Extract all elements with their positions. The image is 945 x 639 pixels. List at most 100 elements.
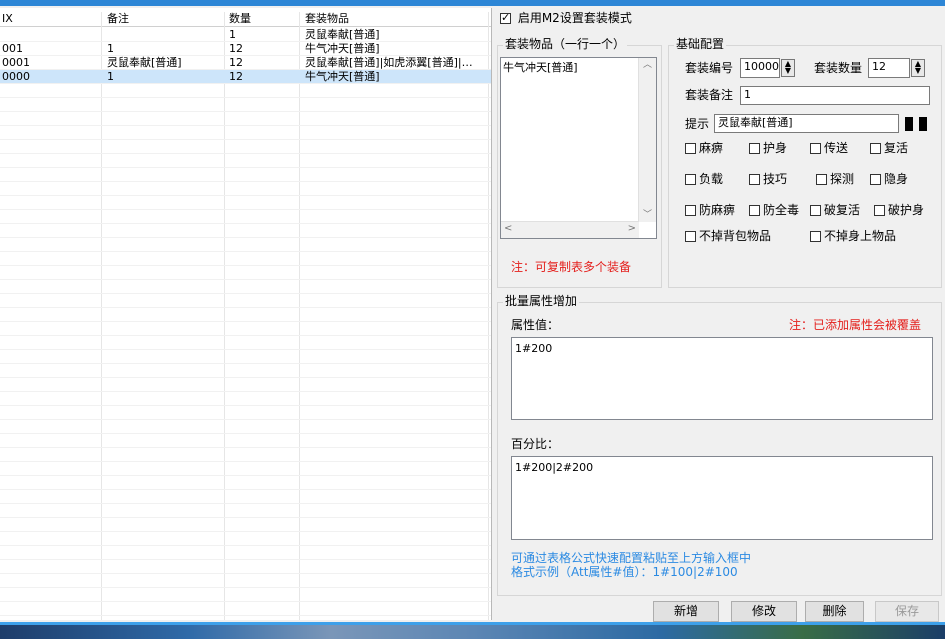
- grid-line: [0, 447, 491, 448]
- vertical-scrollbar[interactable]: ︿ ﹀: [638, 58, 656, 222]
- grid-line: [0, 377, 491, 378]
- modify-button[interactable]: 修改: [731, 601, 797, 622]
- grid-line: [0, 293, 491, 294]
- grid-line: [0, 517, 491, 518]
- suit-count-input[interactable]: 12: [868, 58, 910, 78]
- option-detect[interactable]: 探测: [816, 172, 854, 186]
- col-header-note[interactable]: 备注: [107, 12, 129, 26]
- cell-note: 1: [107, 70, 114, 83]
- grid-line: [0, 615, 491, 616]
- attr-value-textarea[interactable]: 1#200: [511, 337, 933, 420]
- scroll-up-icon[interactable]: ︿: [639, 58, 656, 72]
- checkbox-box[interactable]: [749, 174, 760, 185]
- option-break-shield[interactable]: 破护身: [874, 203, 924, 217]
- option-label: 负载: [699, 172, 724, 186]
- cell-items: 灵鼠奉献[普通]|如虎添翼[普通]|…: [305, 56, 473, 69]
- option-keep-body-items[interactable]: 不掉身上物品: [810, 229, 896, 243]
- scroll-right-icon[interactable]: >: [628, 223, 636, 234]
- option-label: 不掉背包物品: [699, 229, 772, 243]
- grid-line: [0, 307, 491, 308]
- hint-input[interactable]: 灵鼠奉献[普通]: [714, 114, 899, 133]
- save-button[interactable]: 保存: [875, 601, 939, 622]
- cell-ix: 0001: [2, 56, 30, 69]
- checkbox-box[interactable]: [870, 174, 881, 185]
- attr-value-label: 属性值：: [511, 318, 560, 332]
- percent-content: 1#200|2#200: [515, 461, 594, 474]
- add-button[interactable]: 新增: [653, 601, 719, 622]
- option-stealth[interactable]: 隐身: [870, 172, 908, 186]
- option-label: 破复活: [824, 203, 861, 217]
- table-row[interactable]: 1 灵鼠奉献[普通]: [0, 28, 491, 41]
- option-load[interactable]: 负载: [685, 172, 723, 186]
- cell-ix: 0000: [2, 70, 30, 83]
- color-swatch[interactable]: [919, 117, 927, 131]
- option-shield[interactable]: 护身: [749, 141, 787, 155]
- option-revive[interactable]: 复活: [870, 141, 908, 155]
- checkbox-box[interactable]: [810, 205, 821, 216]
- grid-line: [0, 573, 491, 574]
- col-header-ix[interactable]: IX: [2, 12, 13, 26]
- suit-count-label: 套装数量: [814, 61, 863, 75]
- suit-id-spinner[interactable]: ▲ ▼: [781, 59, 795, 77]
- option-label: 隐身: [884, 172, 909, 186]
- suit-remark-input[interactable]: 1: [740, 86, 930, 105]
- checkbox-box[interactable]: [870, 143, 881, 154]
- checkbox-box[interactable]: [685, 231, 696, 242]
- grid-line: [0, 153, 491, 154]
- delete-button[interactable]: 删除: [805, 601, 864, 622]
- suit-items-textarea[interactable]: 牛气冲天[普通] ︿ ﹀ < >: [500, 57, 657, 239]
- scroll-down-icon[interactable]: ﹀: [639, 208, 656, 222]
- grid-line: [0, 111, 491, 112]
- option-paralysis[interactable]: 麻痹: [685, 141, 723, 155]
- option-skill[interactable]: 技巧: [749, 172, 787, 186]
- help-text-line2: 格式示例（Att属性#值）：1#100|2#100: [511, 565, 738, 579]
- grid-line: [0, 559, 491, 560]
- suit-table[interactable]: IX 备注 数量 套装物品 1 灵鼠奉献[普通] 001 1 12 牛气冲天[普…: [0, 8, 492, 620]
- grid-line: [0, 125, 491, 126]
- cell-qty: 12: [229, 42, 243, 55]
- table-row[interactable]: 001 1 12 牛气冲天[普通]: [0, 42, 491, 55]
- percent-label: 百分比：: [511, 437, 560, 451]
- enable-m2-mode-label: 启用M2设置套装模式: [517, 11, 632, 25]
- enable-m2-mode-checkbox[interactable]: 启用M2设置套装模式: [500, 11, 632, 25]
- checkbox-box[interactable]: [810, 143, 821, 154]
- grid-line: [0, 321, 491, 322]
- percent-textarea[interactable]: 1#200|2#200: [511, 456, 933, 540]
- scroll-left-icon[interactable]: <: [504, 223, 512, 234]
- table-row-selected[interactable]: 0000 1 12 牛气冲天[普通]: [0, 69, 491, 84]
- suit-id-input[interactable]: 10000: [740, 58, 780, 78]
- color-swatch[interactable]: [905, 117, 913, 131]
- grid-line: [0, 83, 491, 84]
- checkbox-box[interactable]: [500, 11, 511, 25]
- checkbox-box[interactable]: [685, 174, 696, 185]
- checkbox-box[interactable]: [685, 143, 696, 154]
- grid-line: [0, 251, 491, 252]
- grid-line: [0, 209, 491, 210]
- option-anti-poison[interactable]: 防全毒: [749, 203, 799, 217]
- grid-line: [0, 601, 491, 602]
- option-teleport[interactable]: 传送: [810, 141, 848, 155]
- checkbox-box[interactable]: [685, 205, 696, 216]
- checkbox-box[interactable]: [810, 231, 821, 242]
- hint-label: 提示: [685, 117, 710, 131]
- checkbox-box[interactable]: [749, 205, 760, 216]
- basic-config-legend: 基础配置: [674, 37, 727, 51]
- option-keep-bag-items[interactable]: 不掉背包物品: [685, 229, 771, 243]
- cell-ix: 001: [2, 42, 23, 55]
- option-break-revive[interactable]: 破复活: [810, 203, 860, 217]
- col-header-qty[interactable]: 数量: [229, 12, 251, 26]
- grid-line: [0, 475, 491, 476]
- checkbox-box[interactable]: [816, 174, 827, 185]
- grid-line: [0, 69, 491, 70]
- checkbox-box[interactable]: [874, 205, 885, 216]
- grid-line: [0, 237, 491, 238]
- suit-count-spinner[interactable]: ▲ ▼: [911, 59, 925, 77]
- col-header-items[interactable]: 套装物品: [305, 12, 349, 26]
- suit-items-legend: 套装物品（一行一个）: [503, 37, 628, 51]
- option-anti-paralysis[interactable]: 防麻痹: [685, 203, 735, 217]
- background-desktop-strip: [0, 622, 945, 639]
- checkbox-box[interactable]: [749, 143, 760, 154]
- grid-line: [0, 531, 491, 532]
- table-row[interactable]: 0001 灵鼠奉献[普通] 12 灵鼠奉献[普通]|如虎添翼[普通]|…: [0, 56, 491, 69]
- horizontal-scrollbar[interactable]: < >: [501, 221, 639, 238]
